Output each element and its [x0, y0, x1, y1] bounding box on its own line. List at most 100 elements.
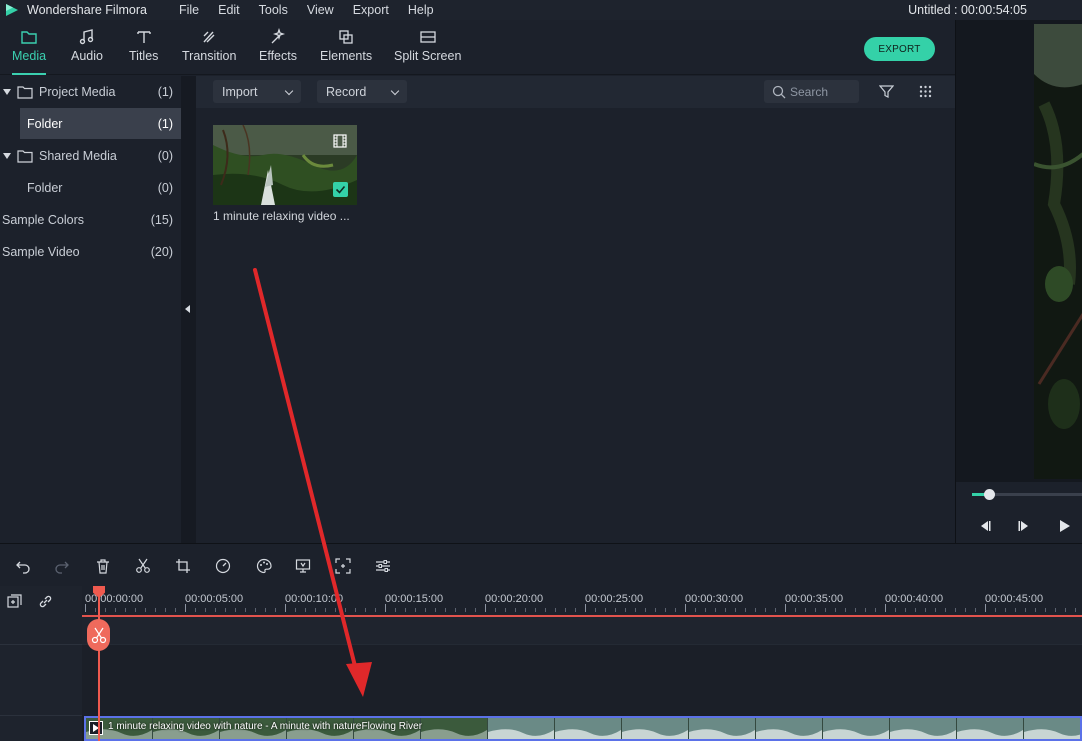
ruler-tick — [885, 604, 886, 612]
ruler-tick — [155, 608, 156, 612]
tree-item-sample-colors[interactable]: Sample Colors (15) — [0, 204, 181, 235]
ruler-tick — [1045, 608, 1046, 612]
caret-down-icon[interactable] — [3, 88, 11, 96]
chevron-down-icon — [285, 87, 293, 95]
caret-down-icon[interactable] — [3, 152, 11, 160]
preview-panel — [955, 20, 1082, 543]
record-dropdown[interactable]: Record — [317, 80, 407, 103]
added-check-icon — [333, 182, 348, 197]
search-input[interactable]: Search — [764, 80, 859, 103]
menu-file[interactable]: File — [179, 3, 199, 17]
ruler-tick — [235, 608, 236, 612]
ruler-tick — [815, 608, 816, 612]
ruler-tick — [895, 608, 896, 612]
tab-elements[interactable]: Elements — [320, 28, 372, 63]
undo-icon[interactable] — [15, 558, 31, 574]
import-dropdown[interactable]: Import — [213, 80, 301, 103]
folder-icon — [17, 149, 33, 163]
add-track-icon[interactable] — [7, 594, 22, 609]
media-browser: Import Record Search — [196, 76, 955, 543]
ruler-tick — [105, 608, 106, 612]
ruler-label: 00:00:15:00 — [385, 593, 443, 605]
ruler-tick — [585, 604, 586, 612]
ruler-tick — [935, 608, 936, 612]
tab-effects[interactable]: Effects — [259, 28, 297, 63]
tree-item-label: Sample Video — [2, 245, 80, 259]
tree-item-count: (1) — [158, 117, 173, 131]
ruler-tick — [665, 608, 666, 612]
tab-split-screen[interactable]: Split Screen — [394, 28, 461, 63]
active-tab-indicator — [12, 73, 46, 75]
tree-item-project-media[interactable]: Project Media (1) — [0, 76, 181, 107]
ruler-tick — [795, 608, 796, 612]
ruler-tick — [725, 608, 726, 612]
green-screen-icon[interactable] — [295, 558, 311, 574]
grid-view-icon[interactable] — [919, 85, 932, 98]
next-frame-icon[interactable] — [1018, 520, 1031, 532]
ruler-tick — [505, 608, 506, 612]
media-thumbnail[interactable] — [213, 125, 357, 205]
tree-item-count: (1) — [158, 85, 173, 99]
collapse-panel-icon[interactable] — [185, 305, 190, 313]
playhead[interactable] — [98, 586, 100, 741]
ruler-tick — [975, 608, 976, 612]
tree-item-shared-media[interactable]: Shared Media (0) — [0, 140, 181, 171]
menu-edit[interactable]: Edit — [218, 3, 240, 17]
ruler-tick — [825, 608, 826, 612]
ruler-tick — [195, 608, 196, 612]
playhead-scissors-button[interactable] — [87, 619, 110, 651]
ruler-tick — [705, 608, 706, 612]
playback-scrubber[interactable] — [984, 489, 995, 500]
tab-media-label: Media — [12, 49, 46, 63]
menu-tools[interactable]: Tools — [259, 3, 288, 17]
tab-titles[interactable]: Titles — [129, 28, 158, 63]
menu-export[interactable]: Export — [353, 3, 389, 17]
tree-item-sample-video[interactable]: Sample Video (20) — [0, 236, 181, 267]
export-button[interactable]: EXPORT — [864, 37, 935, 61]
tree-item-folder-project[interactable]: Folder (1) — [20, 108, 181, 139]
ruler-tick — [905, 608, 906, 612]
ruler-tick — [695, 608, 696, 612]
link-icon[interactable] — [38, 594, 53, 609]
adjust-settings-icon[interactable] — [375, 558, 391, 574]
tab-audio[interactable]: Audio — [71, 28, 103, 63]
menu-view[interactable]: View — [307, 3, 334, 17]
tab-media[interactable]: Media — [12, 28, 46, 63]
previous-frame-icon[interactable] — [978, 520, 991, 532]
track-row[interactable] — [82, 617, 1082, 644]
speed-icon[interactable] — [215, 558, 231, 574]
video-clip[interactable]: 1 minute relaxing video with nature - A … — [84, 716, 1082, 741]
tab-transition-label: Transition — [182, 49, 236, 63]
record-label: Record — [326, 85, 366, 99]
tab-titles-label: Titles — [129, 49, 158, 63]
color-palette-icon[interactable] — [256, 558, 272, 574]
ruler-label: 00:00:35:00 — [785, 593, 843, 605]
cut-icon[interactable] — [135, 558, 151, 574]
tree-item-label: Folder — [27, 117, 62, 131]
track-row[interactable] — [82, 644, 1082, 715]
ruler-tick — [605, 608, 606, 612]
tree-item-folder-shared[interactable]: Folder (0) — [0, 172, 181, 203]
ruler-tick — [775, 608, 776, 612]
clip-label: 1 minute relaxing video with nature - A … — [108, 721, 422, 732]
ruler-tick — [95, 608, 96, 612]
play-icon[interactable] — [1059, 520, 1071, 532]
tree-item-label: Project Media — [39, 85, 115, 99]
text-icon — [135, 28, 153, 46]
menu-help[interactable]: Help — [408, 3, 434, 17]
ruler-tick — [165, 608, 166, 612]
film-strip-icon — [333, 134, 347, 148]
ruler-tick — [445, 608, 446, 612]
search-placeholder: Search — [790, 85, 828, 99]
ruler-tick — [615, 608, 616, 612]
motion-tracking-icon[interactable] — [335, 558, 351, 574]
redo-icon[interactable] — [54, 558, 70, 574]
time-ruler[interactable]: 00:00:00:00 00:00:05:00 00:00:10:00 00:0… — [82, 586, 1082, 616]
ruler-tick — [835, 608, 836, 612]
project-title: Untitled : 00:00:54:05 — [908, 3, 1027, 17]
crop-icon[interactable] — [175, 558, 191, 574]
tab-transition[interactable]: Transition — [182, 28, 236, 63]
filter-icon[interactable] — [879, 84, 894, 99]
elements-icon — [337, 28, 355, 46]
delete-icon[interactable] — [95, 558, 111, 574]
